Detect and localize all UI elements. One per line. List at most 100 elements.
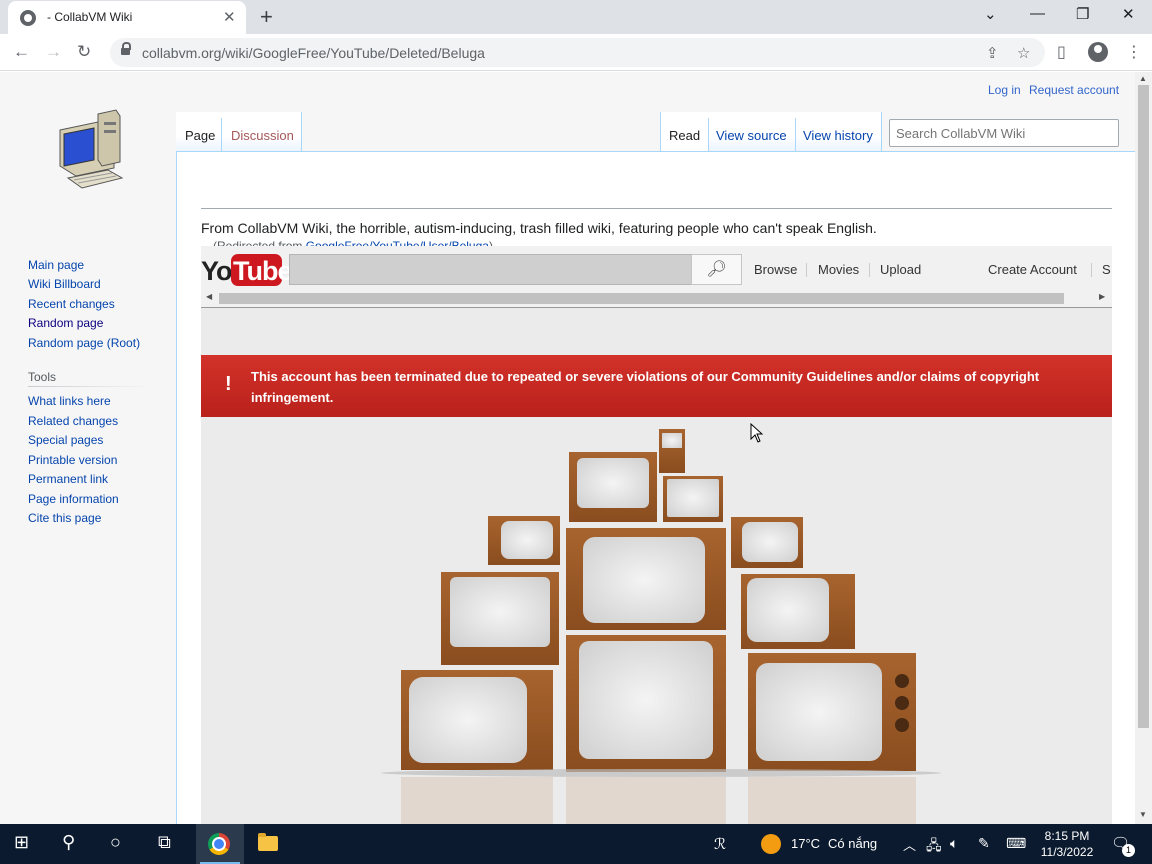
scroll-up-icon[interactable]: ▲ bbox=[1139, 74, 1147, 83]
url-text[interactable]: collabvm.org/wiki/GoogleFree/YouTube/Del… bbox=[142, 45, 485, 61]
youtube-search-button[interactable]: 🔎︎ bbox=[691, 254, 742, 285]
keyboard-icon[interactable]: ⌨ bbox=[1006, 835, 1026, 852]
search-icon[interactable]: ⚲ bbox=[62, 832, 75, 853]
tool-printable-version[interactable]: Printable version bbox=[28, 453, 117, 467]
nav-random-page[interactable]: Random page bbox=[28, 316, 103, 330]
lock-icon[interactable] bbox=[121, 42, 131, 57]
youtube-logo-tube-box: Tube bbox=[231, 254, 292, 286]
bookmark-star-icon[interactable]: ☆ bbox=[1017, 44, 1030, 62]
tab-separator bbox=[795, 118, 796, 152]
windows-start-icon[interactable]: ⊞ bbox=[14, 832, 29, 853]
system-clock[interactable]: 8:15 PM 11/3/2022 bbox=[1034, 828, 1100, 860]
nav-main-page[interactable]: Main page bbox=[28, 258, 84, 272]
profile-avatar-icon[interactable] bbox=[1088, 42, 1108, 62]
weather-condition[interactable]: Có nắng bbox=[828, 836, 877, 851]
windows-taskbar: ⊞ ⚲ ○ ⧉ ℛ 17°C Có nắng ︿ 🖧︎ 🔈︎ ✎ ⌨ 8:15 … bbox=[0, 824, 1152, 864]
heading-divider bbox=[201, 208, 1112, 209]
globe-icon bbox=[20, 10, 36, 26]
clock-date: 11/3/2022 bbox=[1040, 845, 1094, 859]
search-icon: 🔎︎ bbox=[706, 261, 727, 278]
page-viewport: Log in Request account Main page Wiki Bi… bbox=[0, 72, 1135, 824]
nav-recent-changes[interactable]: Recent changes bbox=[28, 297, 115, 311]
tools-heading: Tools bbox=[28, 370, 57, 384]
youtube-embed: You Tube 🔎︎ Browse Movies Upload Create … bbox=[201, 246, 1112, 824]
youtube-sign-in-link[interactable]: S bbox=[1102, 262, 1111, 277]
mouse-cursor-icon bbox=[750, 423, 764, 443]
pen-icon[interactable]: ✎ bbox=[978, 835, 990, 852]
vertical-scroll-thumb[interactable] bbox=[1138, 85, 1149, 728]
tab-search-icon[interactable]: ⌄ bbox=[984, 5, 997, 23]
tv-stack-illustration bbox=[381, 429, 941, 824]
tab-page[interactable]: Page bbox=[185, 128, 215, 143]
browser-toolbar: ← → ↻ collabvm.org/wiki/GoogleFree/YouTu… bbox=[0, 34, 1152, 71]
youtube-logo-tube: Tube bbox=[233, 256, 292, 286]
tool-permanent-link[interactable]: Permanent link bbox=[28, 472, 108, 486]
nav-separator bbox=[806, 263, 807, 277]
nav-separator bbox=[869, 263, 870, 277]
browser-tab-strip: - CollabVM Wiki ✕ + ⌄ — ❐ ✕ bbox=[0, 0, 1152, 34]
alert-exclamation-icon: ! bbox=[225, 373, 232, 395]
side-panel-icon[interactable]: ▯ bbox=[1057, 42, 1066, 62]
request-account-link[interactable]: Request account bbox=[1029, 83, 1119, 97]
alert-message: This account has been terminated due to … bbox=[251, 369, 1040, 405]
horizontal-scroll-thumb[interactable] bbox=[219, 293, 1064, 304]
tab-separator bbox=[708, 118, 709, 152]
file-explorer-icon[interactable] bbox=[258, 833, 278, 851]
termination-alert: ! This account has been terminated due t… bbox=[201, 355, 1112, 417]
nav-wiki-billboard[interactable]: Wiki Billboard bbox=[28, 277, 101, 291]
scroll-left-icon[interactable]: ◀ bbox=[206, 292, 212, 301]
tab-view-history[interactable]: View history bbox=[803, 128, 873, 143]
task-view-icon[interactable]: ⧉ bbox=[158, 832, 171, 853]
share-icon[interactable]: ⇪ bbox=[986, 44, 999, 62]
youtube-browse-link[interactable]: Browse bbox=[754, 262, 797, 277]
close-window-icon[interactable]: ✕ bbox=[1122, 5, 1135, 23]
wiki-search-input[interactable] bbox=[889, 119, 1119, 147]
network-icon[interactable]: 🖧︎ bbox=[926, 835, 942, 859]
youtube-create-account-link[interactable]: Create Account bbox=[988, 262, 1077, 277]
youtube-upload-link[interactable]: Upload bbox=[880, 262, 921, 277]
tab-title: - CollabVM Wiki bbox=[47, 10, 133, 24]
notification-count-badge: 1 bbox=[1122, 844, 1135, 857]
login-link[interactable]: Log in bbox=[988, 83, 1021, 97]
tool-special-pages[interactable]: Special pages bbox=[28, 433, 103, 447]
weather-sun-icon[interactable] bbox=[761, 834, 781, 854]
address-bar[interactable]: collabvm.org/wiki/GoogleFree/YouTube/Del… bbox=[110, 38, 1045, 67]
show-hidden-icons-chevron-icon[interactable]: ︿ bbox=[903, 835, 916, 854]
content-area: From CollabVM Wiki, the horrible, autism… bbox=[176, 151, 1135, 824]
tab-separator bbox=[221, 118, 222, 152]
tab-discussion[interactable]: Discussion bbox=[231, 128, 294, 143]
people-icon[interactable]: ℛ bbox=[714, 835, 726, 853]
minimize-icon[interactable]: — bbox=[1030, 5, 1045, 22]
tool-cite-this-page[interactable]: Cite this page bbox=[28, 511, 101, 525]
tv-set bbox=[381, 429, 941, 824]
chrome-icon[interactable] bbox=[208, 833, 230, 855]
collabvm-logo[interactable] bbox=[50, 108, 124, 194]
nav-random-page-root[interactable]: Random page (Root) bbox=[28, 336, 140, 350]
restore-icon[interactable]: ❐ bbox=[1076, 5, 1089, 23]
tool-what-links-here[interactable]: What links here bbox=[28, 394, 111, 408]
youtube-header: You Tube 🔎︎ Browse Movies Upload Create … bbox=[201, 246, 1112, 308]
tool-page-information[interactable]: Page information bbox=[28, 492, 119, 506]
forward-icon[interactable]: → bbox=[45, 42, 62, 62]
cortana-icon[interactable]: ○ bbox=[110, 832, 121, 853]
tool-related-changes[interactable]: Related changes bbox=[28, 414, 118, 428]
clock-time: 8:15 PM bbox=[1044, 829, 1090, 843]
vertical-scrollbar[interactable]: ▲ ▼ bbox=[1135, 72, 1152, 824]
weather-temperature[interactable]: 17°C bbox=[791, 836, 820, 851]
tools-divider bbox=[28, 386, 152, 387]
tab-view-source[interactable]: View source bbox=[716, 128, 787, 143]
close-tab-icon[interactable]: ✕ bbox=[223, 8, 236, 26]
volume-icon[interactable]: 🔈︎ bbox=[950, 835, 958, 852]
horizontal-scrollbar[interactable]: ◀ ▶ bbox=[201, 291, 1112, 306]
back-icon[interactable]: ← bbox=[13, 42, 30, 62]
browser-tab[interactable]: - CollabVM Wiki ✕ bbox=[8, 1, 246, 34]
scroll-down-icon[interactable]: ▼ bbox=[1139, 810, 1147, 819]
scroll-right-icon[interactable]: ▶ bbox=[1099, 292, 1105, 301]
nav-separator bbox=[1091, 263, 1092, 277]
menu-kebab-icon[interactable]: ⋮ bbox=[1126, 42, 1142, 62]
youtube-movies-link[interactable]: Movies bbox=[818, 262, 859, 277]
new-tab-icon[interactable]: + bbox=[260, 4, 273, 30]
youtube-search-input[interactable] bbox=[289, 254, 692, 285]
reload-icon[interactable]: ↻ bbox=[77, 42, 91, 62]
tab-read[interactable]: Read bbox=[669, 128, 700, 143]
